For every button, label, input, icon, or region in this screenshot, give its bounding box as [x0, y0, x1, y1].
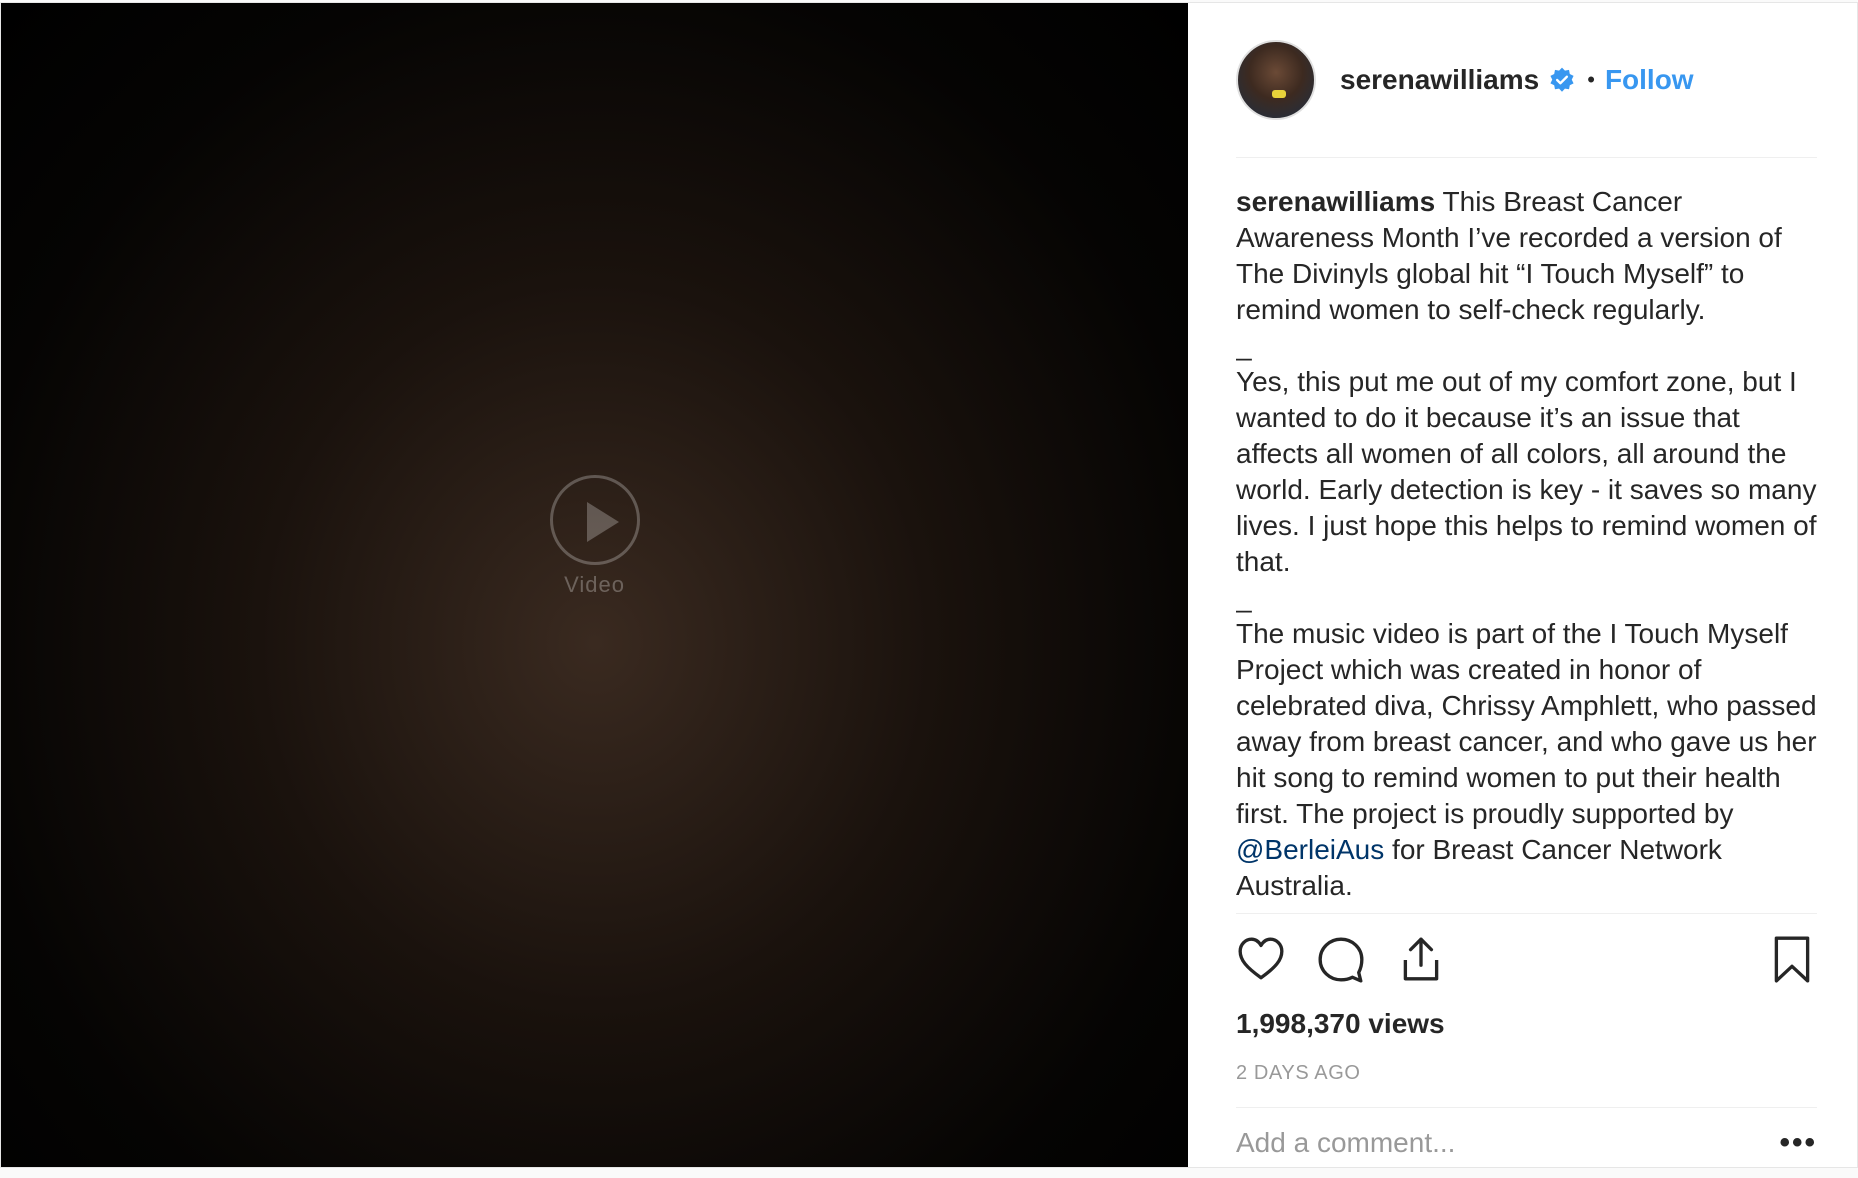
avatar[interactable] [1236, 40, 1316, 120]
comment-bar: ••• [1236, 1108, 1817, 1178]
view-count[interactable]: 1,998,370 views [1236, 1008, 1817, 1040]
verified-badge-icon [1550, 67, 1574, 92]
post-details-panel: serenawilliams • Follow serenawilliams T… [1188, 3, 1857, 1167]
caption-separator-2: _ [1236, 582, 1252, 613]
caption-paragraph-3: The music video is part of the I Touch M… [1236, 618, 1817, 829]
more-options-icon[interactable]: ••• [1779, 1126, 1817, 1160]
comment-icon[interactable] [1316, 934, 1366, 984]
post-caption: serenawilliams This Breast Cancer Awaren… [1236, 158, 1817, 914]
post-timestamp[interactable]: 2 DAYS AGO [1236, 1062, 1817, 1108]
post-header: serenawilliams • Follow [1236, 3, 1817, 158]
comment-input[interactable] [1236, 1127, 1736, 1159]
header-username[interactable]: serenawilliams [1340, 64, 1539, 96]
heart-icon[interactable] [1236, 934, 1286, 984]
follow-button[interactable]: Follow [1605, 64, 1694, 96]
caption-author[interactable]: serenawilliams [1236, 186, 1435, 217]
post-actions [1236, 914, 1817, 1004]
post-video[interactable]: Video [1, 3, 1188, 1167]
share-icon[interactable] [1396, 934, 1446, 984]
play-icon[interactable] [549, 475, 640, 565]
caption-separator-1: _ [1236, 330, 1252, 361]
video-placeholder-label: Video [564, 572, 625, 597]
caption-mention-link[interactable]: @BerleiAus [1236, 834, 1384, 865]
header-separator: • [1587, 67, 1595, 92]
bookmark-icon[interactable] [1767, 934, 1817, 984]
caption-paragraph-2: Yes, this put me out of my comfort zone,… [1236, 366, 1817, 577]
instagram-post: Video serenawilliams • Follow serenawill… [0, 2, 1858, 1168]
